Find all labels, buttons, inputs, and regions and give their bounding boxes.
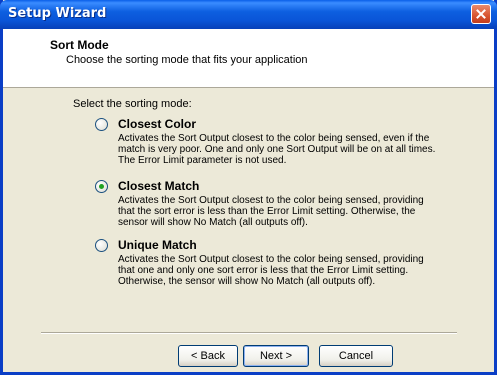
button-separator (41, 332, 457, 334)
cancel-button[interactable]: Cancel (319, 345, 393, 367)
radio-closest-color[interactable] (95, 118, 108, 131)
option-label[interactable]: Unique Match (118, 238, 197, 252)
radio-closest-match[interactable] (95, 180, 108, 193)
wizard-body: Select the sorting mode: Closest Color A… (3, 88, 494, 338)
back-button[interactable]: < Back (178, 345, 238, 367)
window-title: Setup Wizard (8, 6, 107, 21)
page-title: Sort Mode (50, 38, 109, 52)
page-subtitle: Choose the sorting mode that fits your a… (66, 54, 308, 66)
title-bar[interactable]: Setup Wizard (0, 0, 497, 29)
option-label[interactable]: Closest Color (118, 117, 196, 131)
wizard-header: Sort Mode Choose the sorting mode that f… (3, 29, 494, 88)
next-button[interactable]: Next > (243, 345, 309, 367)
radio-selected-dot (99, 184, 104, 189)
option-label[interactable]: Closest Match (118, 179, 199, 193)
sort-mode-prompt: Select the sorting mode: (73, 98, 192, 110)
option-description: Activates the Sort Output closest to the… (118, 195, 424, 228)
close-button[interactable] (471, 4, 491, 24)
setup-wizard-dialog: Setup Wizard Sort Mode Choose the sortin… (0, 0, 497, 375)
option-description: Activates the Sort Output closest to the… (118, 133, 436, 166)
option-description: Activates the Sort Output closest to the… (118, 254, 424, 287)
close-icon (476, 9, 486, 19)
radio-unique-match[interactable] (95, 239, 108, 252)
